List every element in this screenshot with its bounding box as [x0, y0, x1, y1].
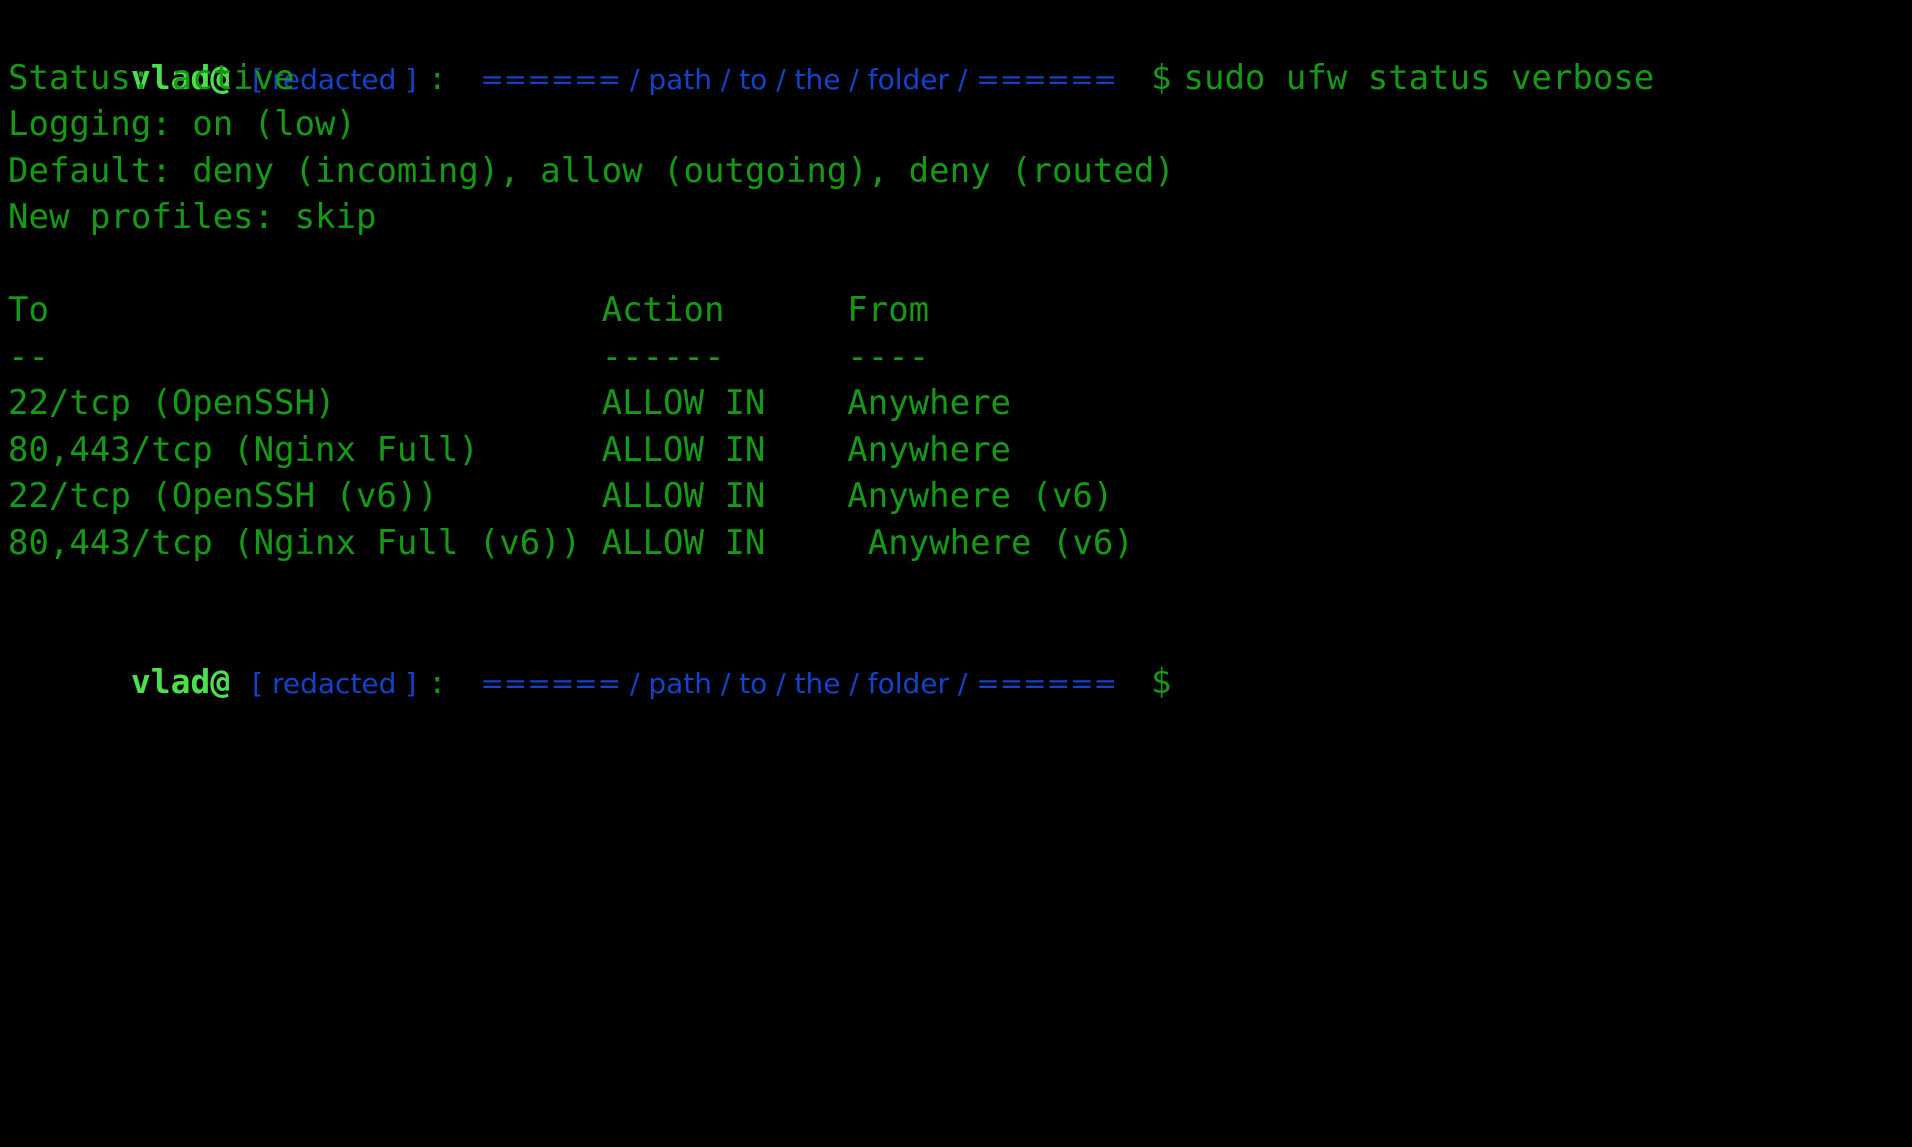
output-blank-1	[8, 241, 1912, 288]
prompt-separator: :	[428, 61, 447, 97]
command-text: sudo ufw status verbose	[1183, 57, 1655, 98]
prompt-path: ====== / path / to / the / folder / ====…	[480, 667, 1118, 700]
prompt-user: vlad@	[130, 662, 231, 701]
rules-table-header: To Action From	[8, 290, 930, 330]
table-row: 22/tcp (OpenSSH) ALLOW IN Anywhere	[8, 383, 1012, 423]
table-row: 22/tcp (OpenSSH (v6)) ALLOW IN Anywhere …	[8, 476, 1114, 516]
table-row: 80,443/tcp (Nginx Full (v6)) ALLOW IN An…	[8, 522, 1134, 563]
output-default: Default: deny (incoming), allow (outgoin…	[8, 150, 1175, 191]
prompt-host: [ redacted ]	[252, 667, 417, 700]
prompt-symbol: $	[1151, 662, 1172, 702]
prompt-path: ====== / path / to / the / folder / ====…	[480, 62, 1118, 96]
rules-table-divider: -- ------ ----	[8, 336, 930, 377]
output-blank-2	[8, 566, 1912, 613]
terminal-screen[interactable]: vlad@ [ redacted ]: ====== / path / to / t…	[0, 0, 1912, 703]
terminal-window[interactable]: vlad@ [ redacted ]: ====== / path / to / t…	[0, 0, 1912, 1147]
prompt-symbol: $	[1151, 57, 1172, 98]
prompt-line-command: vlad@[ redacted ]: ====== / path / to / t…	[8, 8, 1912, 98]
table-row: 80,443/tcp (Nginx Full) ALLOW IN Anywher…	[8, 429, 1012, 470]
prompt-separator: :	[428, 666, 447, 701]
prompt-line-idle[interactable]: vlad@ [ redacted ]: ====== / path / to / t…	[8, 613, 1912, 702]
output-logging: Logging: on (low)	[8, 104, 356, 144]
output-new-profiles: New profiles: skip	[8, 197, 377, 237]
